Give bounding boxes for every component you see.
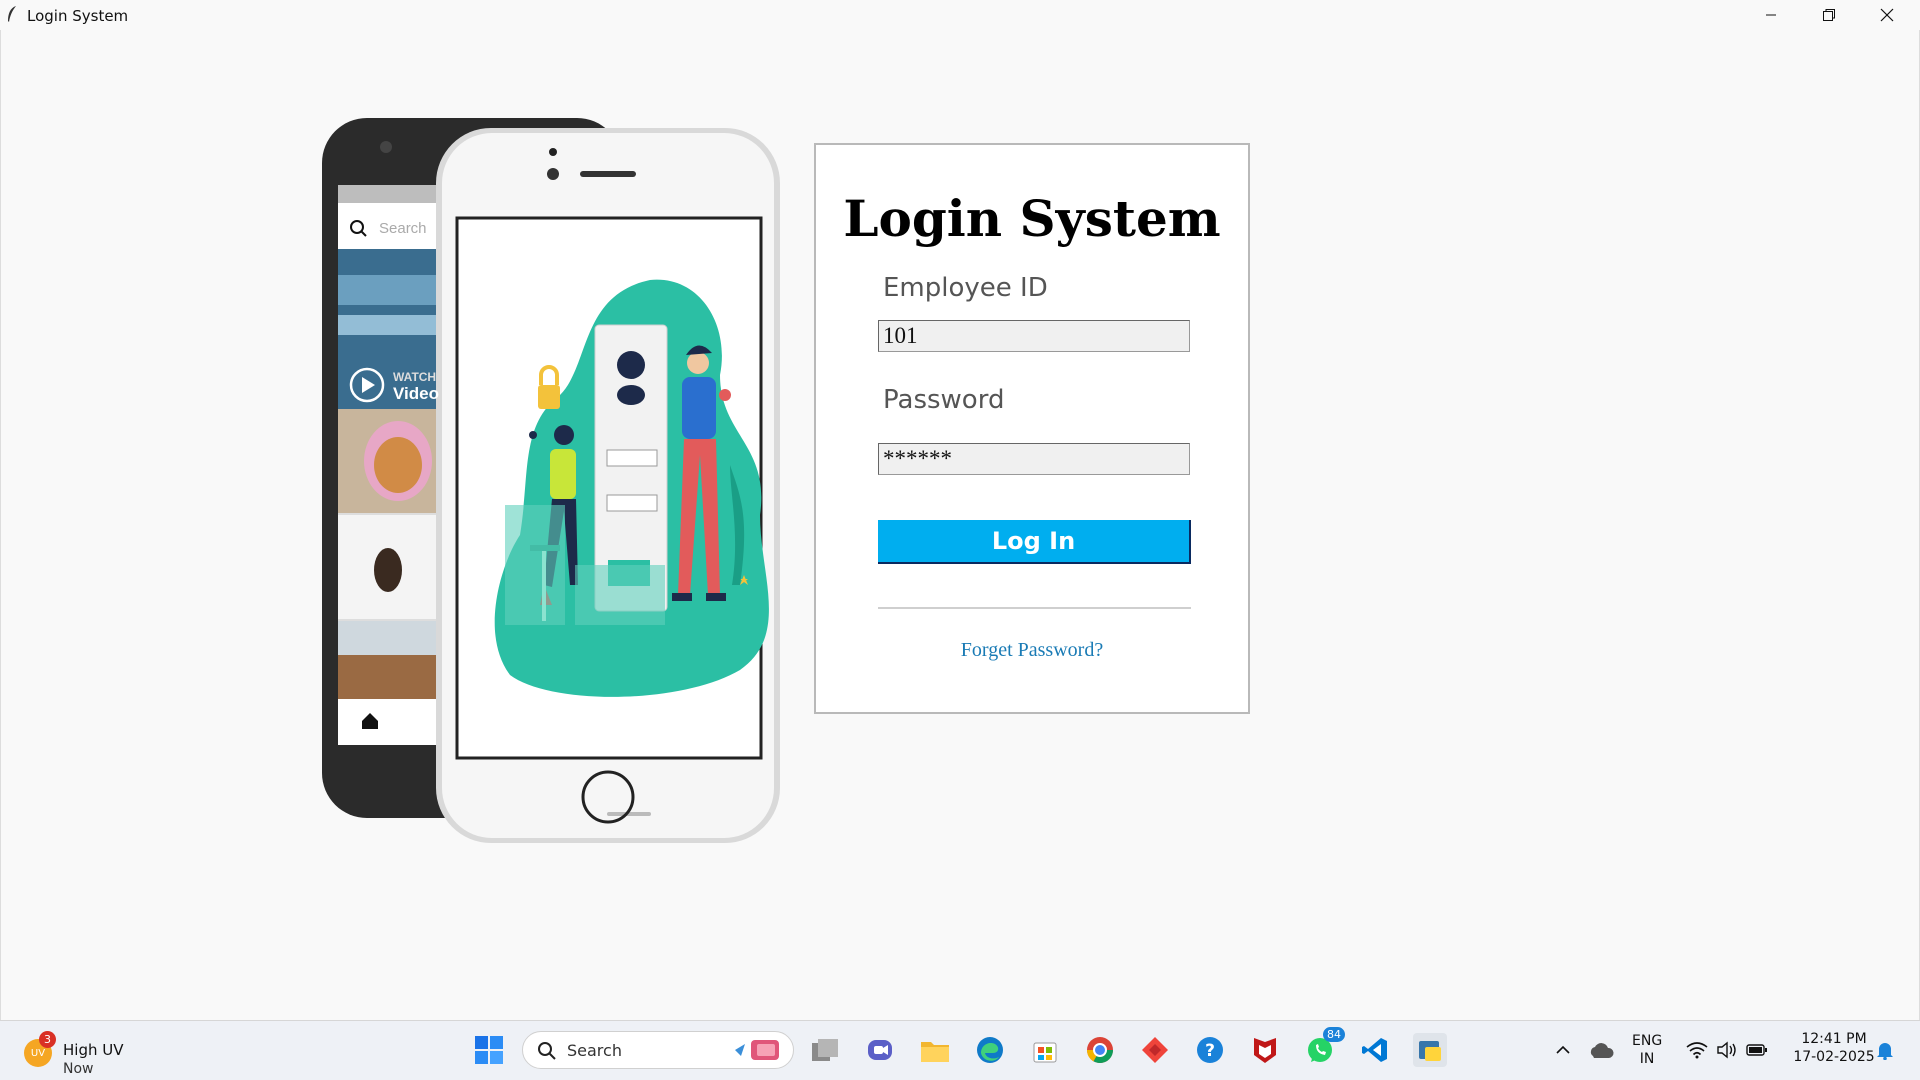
help-button[interactable]: ?	[1193, 1033, 1227, 1067]
search-highlight-icon	[735, 1040, 779, 1060]
store-button[interactable]	[1028, 1033, 1062, 1067]
folder-icon	[921, 1042, 949, 1062]
python-app-button[interactable]	[1413, 1033, 1447, 1067]
anydesk-icon	[1142, 1037, 1168, 1063]
show-hidden-icons-button[interactable]	[1546, 1033, 1580, 1067]
password-label: Password	[883, 385, 1005, 415]
weather-subtitle: Now	[63, 1061, 94, 1077]
login-panel: Login System Employee ID Password Log In…	[814, 143, 1250, 714]
taskbar: UV 3 High UV Now Search ? 84 ENG IN 12:4…	[0, 1020, 1920, 1080]
python-feather-icon	[1419, 1041, 1441, 1061]
language-indicator[interactable]: ENG IN	[1632, 1032, 1662, 1068]
store-bag-icon	[1033, 1042, 1057, 1063]
region-label: IN	[1639, 1051, 1655, 1067]
help-icon: ?	[1197, 1037, 1223, 1063]
file-explorer-button[interactable]	[918, 1033, 952, 1067]
teams-camera-icon	[868, 1040, 892, 1060]
mcafee-shield-icon	[1254, 1038, 1276, 1063]
whatsapp-badge: 84	[1323, 1027, 1345, 1042]
wifi-button[interactable]	[1680, 1033, 1714, 1067]
whatsapp-button[interactable]: 84	[1303, 1027, 1345, 1067]
vscode-icon	[1362, 1038, 1387, 1062]
login-heading: Login System	[843, 189, 1221, 248]
login-button[interactable]: Log In	[878, 520, 1191, 564]
watch-label: WATCH	[393, 370, 437, 384]
language-label: ENG	[1632, 1033, 1663, 1049]
phones-illustration: Search WATCH Video	[320, 115, 785, 850]
divider	[878, 607, 1191, 609]
close-icon	[1880, 8, 1894, 22]
employee-id-input[interactable]	[878, 320, 1190, 352]
chevron-up-icon	[1556, 1045, 1570, 1054]
search-icon	[538, 1042, 556, 1060]
restore-icon	[1823, 9, 1835, 21]
feather-icon	[8, 6, 16, 22]
weather-widget[interactable]: UV 3 High UV Now	[22, 1031, 162, 1077]
chrome-icon	[1086, 1037, 1114, 1064]
wifi-icon	[1686, 1042, 1708, 1059]
battery-button[interactable]	[1740, 1033, 1774, 1067]
edge-browser-icon	[977, 1037, 1003, 1063]
bell-icon	[1877, 1043, 1893, 1060]
svg-text:?: ?	[1205, 1041, 1215, 1061]
notifications-button[interactable]	[1868, 1033, 1902, 1067]
mcafee-button[interactable]	[1248, 1033, 1282, 1067]
restore-button[interactable]	[1800, 0, 1858, 30]
volume-button[interactable]	[1710, 1033, 1744, 1067]
cloud-icon	[1590, 1043, 1614, 1058]
edge-button[interactable]	[973, 1033, 1007, 1067]
battery-icon	[1746, 1044, 1767, 1056]
task-view-button[interactable]	[808, 1033, 842, 1067]
employee-id-label: Employee ID	[883, 273, 1048, 303]
start-button[interactable]	[472, 1033, 506, 1067]
onedrive-button[interactable]	[1584, 1033, 1618, 1067]
windows-start-icon	[475, 1036, 503, 1064]
chrome-button[interactable]	[1083, 1033, 1117, 1067]
password-input[interactable]	[878, 443, 1190, 475]
weather-title: High UV	[63, 1041, 124, 1059]
teams-button[interactable]	[863, 1033, 897, 1067]
weather-badge: 3	[39, 1031, 56, 1048]
task-view-icon	[812, 1039, 838, 1061]
window-title: Login System	[27, 7, 129, 25]
search-label: Search	[567, 1041, 622, 1060]
forgot-password-link[interactable]: Forget Password?	[816, 639, 1248, 662]
close-button[interactable]	[1858, 0, 1916, 30]
vscode-button[interactable]	[1358, 1033, 1392, 1067]
title-bar: Login System	[0, 0, 1920, 30]
anydesk-button[interactable]	[1138, 1033, 1172, 1067]
minimize-button[interactable]	[1742, 0, 1800, 30]
speaker-icon	[1717, 1041, 1736, 1059]
search-placeholder-text: Search	[379, 220, 427, 237]
video-label: Video	[393, 384, 439, 403]
minimize-icon	[1766, 14, 1776, 16]
taskbar-search[interactable]: Search	[522, 1031, 794, 1069]
